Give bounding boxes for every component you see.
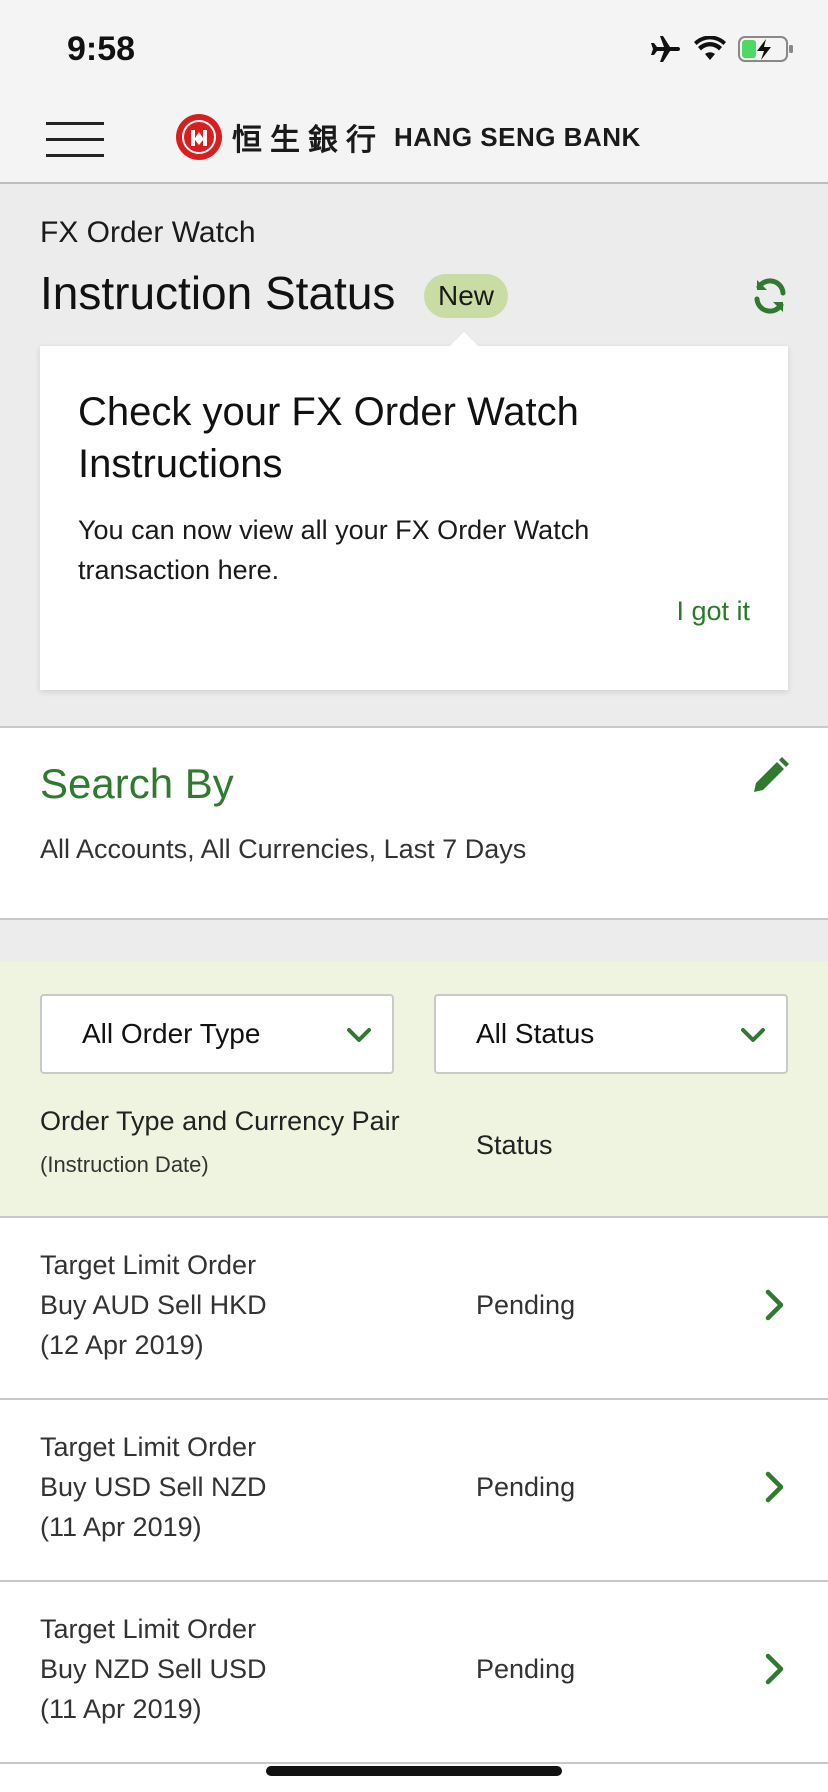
chevron-down-icon bbox=[741, 1028, 765, 1042]
instruction-date: (11 Apr 2019) bbox=[40, 1512, 202, 1542]
status-time: 9:58 bbox=[67, 30, 136, 68]
currency-pair: Buy AUD Sell HKD bbox=[40, 1290, 267, 1320]
status-dropdown-label: All Status bbox=[476, 1018, 595, 1049]
order-status: Pending bbox=[476, 1290, 576, 1320]
menu-button[interactable] bbox=[46, 114, 106, 158]
brand-name-english: HANG SENG BANK bbox=[394, 121, 641, 152]
page-kicker: FX Order Watch bbox=[40, 216, 256, 249]
app-header: 恒生銀行 HANG SENG BANK bbox=[0, 92, 828, 184]
brand-name-chinese: 恒生銀行 bbox=[232, 123, 384, 158]
column-header-instruction-date: (Instruction Date) bbox=[40, 1152, 209, 1177]
brand-logo-area: 恒生銀行 HANG SENG BANK bbox=[176, 112, 641, 162]
title-area: FX Order Watch Instruction Status New Ch… bbox=[0, 184, 828, 728]
chevron-down-icon bbox=[347, 1028, 371, 1042]
refresh-icon bbox=[754, 278, 786, 314]
filter-panel: All Order Type All Status Order Type and… bbox=[0, 962, 828, 1218]
section-divider bbox=[0, 920, 828, 962]
order-status: Pending bbox=[476, 1472, 576, 1502]
instruction-date: (11 Apr 2019) bbox=[40, 1694, 202, 1724]
search-section: Search By All Accounts, All Currencies, … bbox=[0, 728, 828, 920]
hang-seng-logo-icon bbox=[176, 114, 222, 160]
instruction-date: (12 Apr 2019) bbox=[40, 1330, 204, 1360]
airplane-icon bbox=[651, 36, 680, 62]
order-type-dropdown[interactable]: All Order Type bbox=[40, 994, 394, 1074]
table-row[interactable]: Target Limit Order Buy NZD Sell USD (11 … bbox=[0, 1582, 828, 1764]
new-badge: New bbox=[424, 274, 509, 318]
table-row[interactable]: Target Limit Order Buy AUD Sell HKD (12 … bbox=[0, 1218, 828, 1400]
status-icons bbox=[650, 34, 794, 64]
search-summary: All Accounts, All Currencies, Last 7 Day… bbox=[40, 834, 527, 864]
home-indicator[interactable] bbox=[266, 1766, 562, 1776]
battery-charging-icon bbox=[738, 36, 793, 62]
status-dropdown[interactable]: All Status bbox=[434, 994, 788, 1074]
tooltip-card: Check your FX Order Watch Instructions Y… bbox=[40, 332, 788, 690]
chevron-right-icon bbox=[765, 1471, 784, 1503]
status-bar: 9:58 bbox=[0, 0, 828, 92]
column-header-status: Status bbox=[476, 1130, 553, 1160]
tooltip-heading: Check your FX Order Watch Instructions bbox=[78, 390, 579, 486]
edit-search-button[interactable] bbox=[750, 756, 790, 796]
chevron-right-icon bbox=[765, 1289, 784, 1321]
tooltip-arrow bbox=[450, 332, 478, 346]
chevron-right-icon bbox=[765, 1653, 784, 1685]
order-type: Target Limit Order bbox=[40, 1614, 257, 1644]
page-title: Instruction Status bbox=[40, 267, 396, 319]
currency-pair: Buy NZD Sell USD bbox=[40, 1654, 267, 1684]
got-it-button[interactable]: I got it bbox=[676, 596, 750, 627]
order-type: Target Limit Order bbox=[40, 1432, 257, 1462]
order-type: Target Limit Order bbox=[40, 1250, 257, 1280]
order-status: Pending bbox=[476, 1654, 576, 1684]
column-header-order-type: Order Type and Currency Pair bbox=[40, 1106, 400, 1136]
table-row[interactable]: Target Limit Order Buy USD Sell NZD (11 … bbox=[0, 1400, 828, 1582]
order-type-dropdown-label: All Order Type bbox=[82, 1018, 261, 1049]
wifi-icon bbox=[694, 36, 726, 60]
pencil-icon bbox=[754, 757, 789, 792]
refresh-button[interactable] bbox=[750, 276, 790, 316]
search-title: Search By bbox=[40, 760, 234, 807]
tooltip-body: You can now view all your FX Order Watch… bbox=[78, 515, 590, 585]
currency-pair: Buy USD Sell NZD bbox=[40, 1472, 267, 1502]
